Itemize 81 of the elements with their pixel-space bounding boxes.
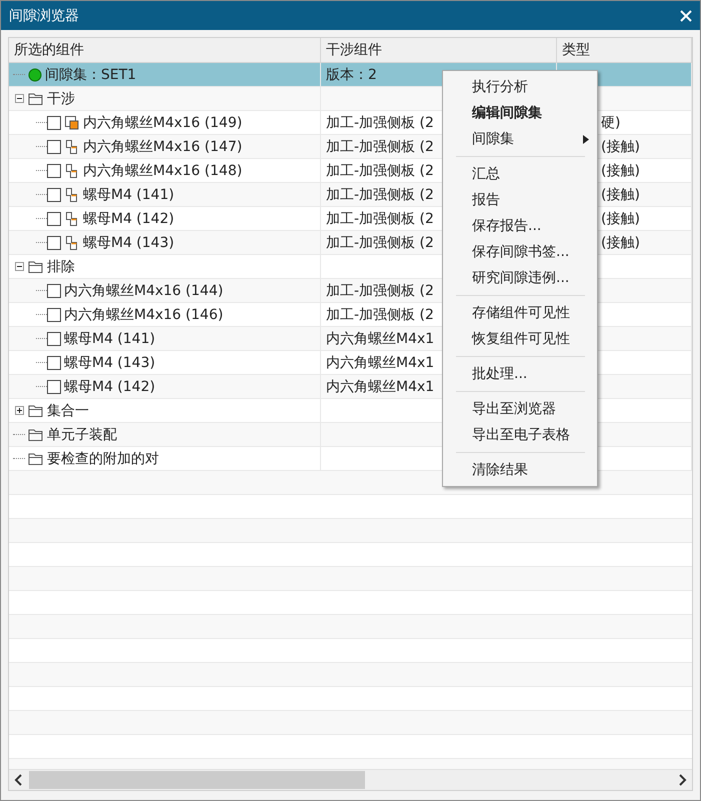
horizontal-scrollbar[interactable] — [9, 769, 692, 790]
tree-node[interactable]: 螺母M4 (143) — [64, 354, 156, 372]
folder-icon — [28, 92, 44, 106]
checkbox[interactable] — [47, 188, 61, 202]
table-cell: 加工-加强侧板 (2 — [326, 138, 434, 156]
checkbox[interactable] — [47, 356, 61, 370]
menu-item[interactable]: 报告 — [443, 187, 597, 213]
column-header[interactable]: 类型 — [557, 38, 692, 62]
menu-item[interactable]: 导出至电子表格 — [443, 422, 597, 448]
table-cell: 内六角螺丝M4x1 — [326, 330, 434, 348]
checkbox[interactable] — [47, 140, 61, 154]
checkbox[interactable] — [47, 116, 61, 130]
tree-node[interactable]: 内六角螺丝M4x16 (149) — [83, 114, 242, 132]
tree-node[interactable]: 集合一 — [47, 402, 89, 420]
tree-node[interactable]: 螺母M4 (143) — [83, 234, 174, 252]
collapse-icon[interactable] — [14, 94, 24, 103]
menu-item[interactable]: 保存报告... — [443, 213, 597, 239]
part-icon — [64, 114, 80, 130]
table-cell: 加工-加强侧板 (2 — [326, 114, 434, 132]
table-cell: 加工-加强侧板 (2 — [326, 210, 434, 228]
checkbox[interactable] — [47, 332, 61, 346]
part-icon — [64, 234, 80, 250]
table-cell: 版本：2 — [326, 66, 377, 84]
menu-item[interactable]: 研究间隙违例... — [443, 265, 597, 291]
checkbox[interactable] — [47, 164, 61, 178]
folder-icon — [28, 452, 44, 466]
table-cell: (接触) — [601, 210, 640, 228]
table-cell: (接触) — [601, 186, 640, 204]
menu-item[interactable]: 汇总 — [443, 161, 597, 187]
checkbox[interactable] — [47, 212, 61, 226]
checkbox[interactable] — [47, 284, 61, 298]
tree-node[interactable]: 内六角螺丝M4x16 (146) — [64, 306, 224, 324]
menu-item[interactable]: 批处理... — [443, 361, 597, 387]
scroll-thumb[interactable] — [29, 771, 365, 789]
close-icon[interactable] — [680, 10, 692, 22]
tree-node[interactable]: 内六角螺丝M4x16 (148) — [83, 162, 242, 180]
menu-item[interactable]: 编辑间隙集 — [443, 100, 597, 126]
menu-item[interactable]: 间隙集 — [443, 126, 597, 152]
folder-icon — [28, 428, 44, 442]
collapse-icon[interactable] — [14, 262, 24, 271]
tree-node[interactable]: 内六角螺丝M4x16 (144) — [64, 282, 224, 300]
part-icon — [64, 138, 80, 154]
column-header[interactable]: 干涉组件 — [321, 38, 557, 62]
menu-item[interactable]: 保存间隙书签... — [443, 239, 597, 265]
tree-node[interactable]: 排除 — [47, 258, 75, 276]
folder-icon — [28, 404, 44, 418]
part-icon — [64, 210, 80, 226]
part-icon — [64, 162, 80, 178]
table-cell: 内六角螺丝M4x1 — [326, 378, 434, 396]
table-cell: (接触) — [601, 138, 640, 156]
checkbox[interactable] — [47, 380, 61, 394]
tree-node[interactable]: 干涉 — [47, 90, 75, 108]
table-cell: 内六角螺丝M4x1 — [326, 354, 434, 372]
menu-item[interactable]: 导出至浏览器 — [443, 396, 597, 422]
expand-icon[interactable] — [14, 406, 24, 415]
tree-node[interactable]: 螺母M4 (142) — [83, 210, 174, 228]
part-icon — [64, 186, 80, 202]
checkbox[interactable] — [47, 308, 61, 322]
set-label: 间隙集：SET1 — [45, 66, 136, 84]
table-cell: 加工-加强侧板 (2 — [326, 234, 434, 252]
table-cell: 加工-加强侧板 (2 — [326, 306, 434, 324]
menu-item[interactable]: 存储组件可见性 — [443, 300, 597, 326]
table-cell: 加工-加强侧板 (2 — [326, 186, 434, 204]
table-cell: 硬) — [601, 114, 620, 132]
tree-node[interactable]: 要检查的附加的对 — [47, 450, 159, 468]
window-title: 间隙浏览器 — [9, 6, 79, 24]
tree-node[interactable]: 螺母M4 (141) — [83, 186, 174, 204]
menu-item[interactable]: 恢复组件可见性 — [443, 326, 597, 352]
tree-node[interactable]: 螺母M4 (142) — [64, 378, 156, 396]
table-cell: 加工-加强侧板 (2 — [326, 162, 434, 180]
table-cell: (接触) — [601, 162, 640, 180]
status-dot-icon — [28, 68, 42, 82]
column-header[interactable]: 所选的组件 — [9, 38, 321, 62]
menu-item[interactable]: 清除结果 — [443, 457, 597, 483]
tree-node[interactable]: 螺母M4 (141) — [64, 330, 156, 348]
tree-node[interactable]: 单元子装配 — [47, 426, 117, 444]
tree-node[interactable]: 内六角螺丝M4x16 (147) — [83, 138, 242, 156]
table-cell: (接触) — [601, 234, 640, 252]
checkbox[interactable] — [47, 236, 61, 250]
folder-icon — [28, 260, 44, 274]
table-cell: 加工-加强侧板 (2 — [326, 282, 434, 300]
